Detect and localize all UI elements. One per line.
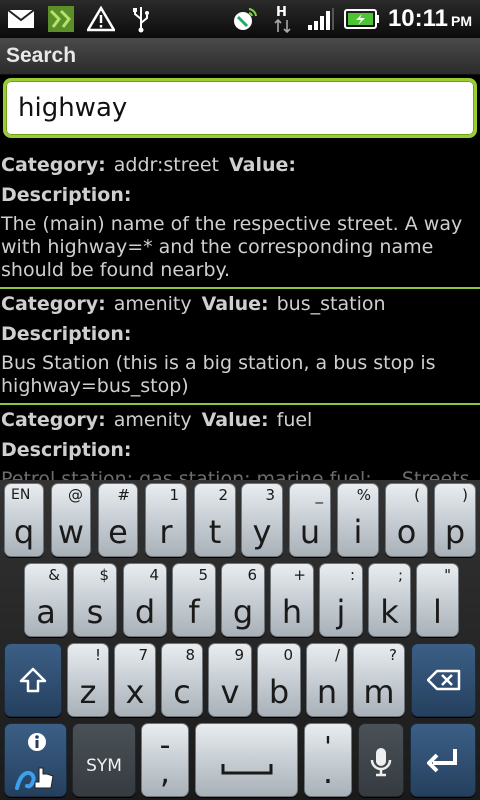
description-text: Petrol station; gas station; marine fuel…	[1, 468, 470, 480]
key-b[interactable]: 0b	[257, 643, 301, 717]
category-value: addr:street	[113, 154, 219, 176]
key-c[interactable]: 8c	[161, 643, 203, 717]
key-j[interactable]: :j	[319, 563, 363, 637]
shift-key[interactable]	[4, 643, 62, 717]
gps-icon	[230, 6, 260, 32]
key-d[interactable]: 4d	[123, 563, 167, 637]
search-field-wrapper	[3, 78, 477, 138]
key-y[interactable]: 3y	[241, 483, 283, 557]
key-q[interactable]: EN q	[4, 483, 44, 557]
description-label: Description:	[1, 323, 132, 345]
key-p[interactable]: ) p	[434, 483, 476, 557]
description-label: Description:	[1, 439, 132, 461]
description-text: The (main) name of the respective street…	[1, 213, 463, 281]
key-f[interactable]: 5f	[172, 563, 216, 637]
category-value: amenity	[113, 409, 192, 431]
key-t[interactable]: 2t	[194, 483, 236, 557]
backspace-icon	[412, 644, 475, 716]
mail-icon	[6, 6, 36, 32]
sym-key[interactable]: SYM	[72, 723, 136, 797]
key-u[interactable]: _ u	[289, 483, 331, 557]
key-z[interactable]: ! z	[67, 643, 109, 717]
key-i[interactable]: % i	[337, 483, 379, 557]
search-input[interactable]	[6, 81, 474, 135]
value-label: Value:	[201, 293, 269, 315]
mic-key[interactable]	[358, 723, 404, 797]
key-r[interactable]: 1r	[145, 483, 187, 557]
backspace-key[interactable]	[411, 643, 476, 717]
clock: 10:11 PM	[387, 5, 472, 32]
key-x[interactable]: 7x	[114, 643, 156, 717]
shift-icon	[5, 644, 61, 716]
value-label: Value:	[201, 409, 269, 431]
value-value: bus_station	[276, 293, 386, 315]
key-g[interactable]: 6g	[221, 563, 265, 637]
key-e[interactable]: # e	[98, 483, 138, 557]
key-w[interactable]: @ w	[51, 483, 91, 557]
key-s[interactable]: $ s	[73, 563, 117, 637]
category-label: Category:	[1, 409, 106, 431]
key-k[interactable]: ; k	[368, 563, 411, 637]
value-value: fuel	[276, 409, 313, 431]
input-method-key[interactable]	[4, 723, 67, 797]
key-period[interactable]: ' .	[304, 723, 352, 797]
description-text: Bus Station (this is a big station, a bu…	[1, 352, 436, 397]
page-title: Search	[6, 44, 77, 67]
category-label: Category:	[1, 154, 106, 176]
app-icon	[46, 6, 76, 32]
results-list[interactable]: Category: addr:street Value: Description: …	[0, 150, 480, 480]
usb-icon	[126, 6, 156, 33]
soft-keyboard: EN q @ w # e 1r 2t 3y _ u % i (o ) p & a $ s 4d …	[0, 480, 480, 800]
key-h[interactable]: + h	[270, 563, 314, 637]
key-n[interactable]: / n	[306, 643, 348, 717]
category-label: Category:	[1, 293, 106, 315]
category-value: amenity	[113, 293, 192, 315]
key-l[interactable]: " l	[416, 563, 459, 637]
battery-icon	[343, 6, 380, 32]
key-m[interactable]: ? m	[353, 643, 405, 717]
warning-icon	[86, 6, 116, 32]
key-comma[interactable]: - ,	[141, 723, 189, 797]
list-item[interactable]: Category: addr:street Value: Description: …	[0, 150, 480, 289]
key-a[interactable]: & a	[24, 563, 68, 637]
list-item[interactable]: Category: amenity Value: fuel Description: …	[0, 405, 480, 480]
status-bar: H 10:11 PM	[0, 0, 480, 38]
space-key[interactable]	[195, 723, 298, 797]
key-o[interactable]: (o	[385, 483, 428, 557]
hsdpa-icon: H	[268, 5, 298, 34]
list-item[interactable]: Category: amenity Value: bus_station Descri…	[0, 289, 480, 405]
key-v[interactable]: 9v	[208, 643, 252, 717]
value-label: Value:	[228, 154, 296, 176]
signal-icon	[306, 6, 336, 32]
enter-icon	[411, 724, 475, 796]
title-bar: Search	[0, 38, 480, 75]
enter-key[interactable]	[410, 723, 476, 797]
svg-text:H: H	[276, 5, 287, 20]
description-label: Description:	[1, 184, 132, 206]
info-icon	[27, 732, 47, 756]
mic-icon	[359, 724, 403, 796]
trace-input-icon	[13, 758, 59, 796]
space-icon	[196, 724, 297, 796]
